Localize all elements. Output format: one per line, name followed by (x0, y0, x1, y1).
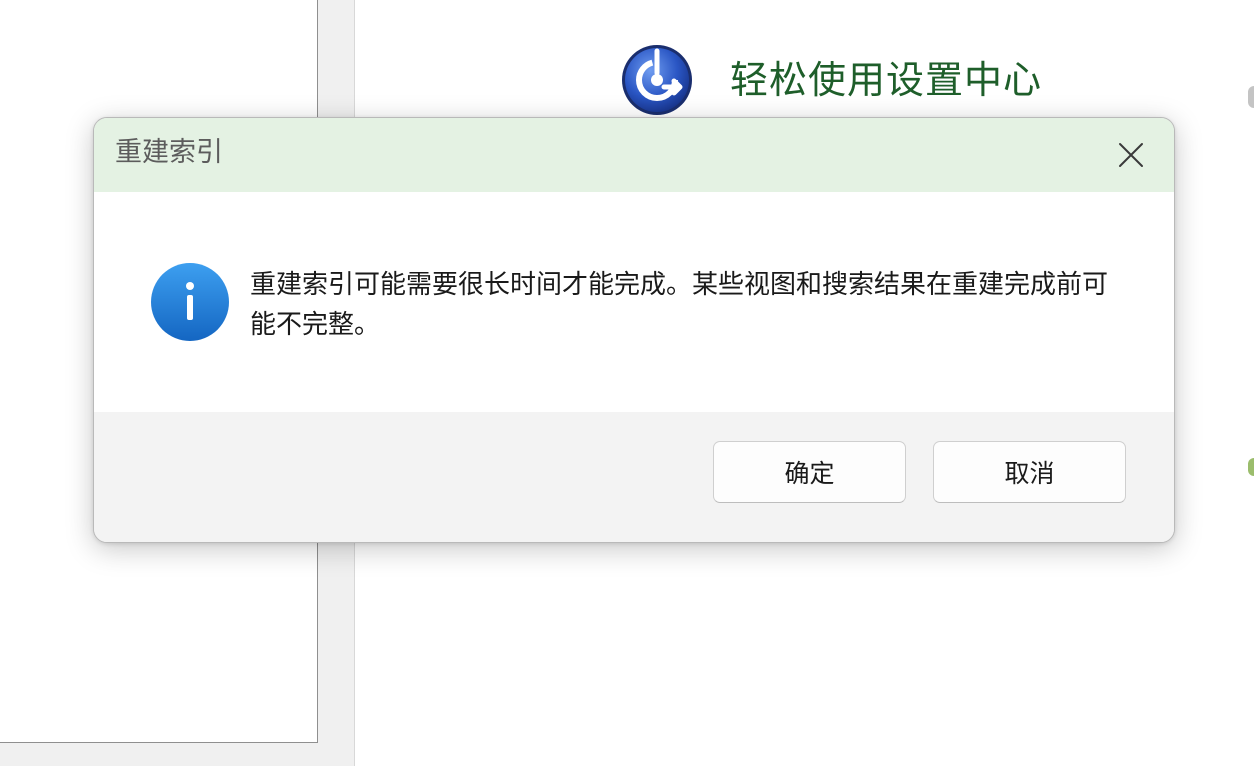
background-status-indicator (1248, 458, 1254, 476)
dialog-titlebar[interactable]: 重建索引 (94, 118, 1174, 192)
dialog-title: 重建索引 (115, 137, 223, 168)
dialog-message: 重建索引可能需要很长时间才能完成。某些视图和搜索结果在重建完成前可能不完整。 (250, 270, 1109, 340)
rebuild-index-dialog: 重建索引 重建索引可能需要很长时间才能完成。某些视图和搜索结果在重建完成前可能不… (93, 117, 1175, 543)
dialog-body: 重建索引可能需要很长时间才能完成。某些视图和搜索结果在重建完成前可能不完整。 (94, 192, 1174, 412)
info-icon (150, 262, 230, 342)
background-window-bottom-edge (0, 743, 318, 766)
ok-button[interactable]: 确定 (713, 441, 906, 503)
dialog-footer: 确定 取消 (94, 412, 1174, 542)
cancel-button[interactable]: 取消 (933, 441, 1126, 503)
ease-of-access-header: 轻松使用设置中心 (620, 40, 1042, 120)
screen: 轻松使用设置中心 重建索引 重建索引可能需要很长时间才能完成。某些视图和搜索结果… (0, 0, 1254, 766)
close-button[interactable] (1110, 134, 1152, 176)
ease-of-access-icon (620, 43, 694, 117)
background-scroll-indicator (1248, 86, 1254, 108)
close-icon (1119, 143, 1143, 167)
ease-of-access-title: 轻松使用设置中心 (730, 58, 1043, 102)
